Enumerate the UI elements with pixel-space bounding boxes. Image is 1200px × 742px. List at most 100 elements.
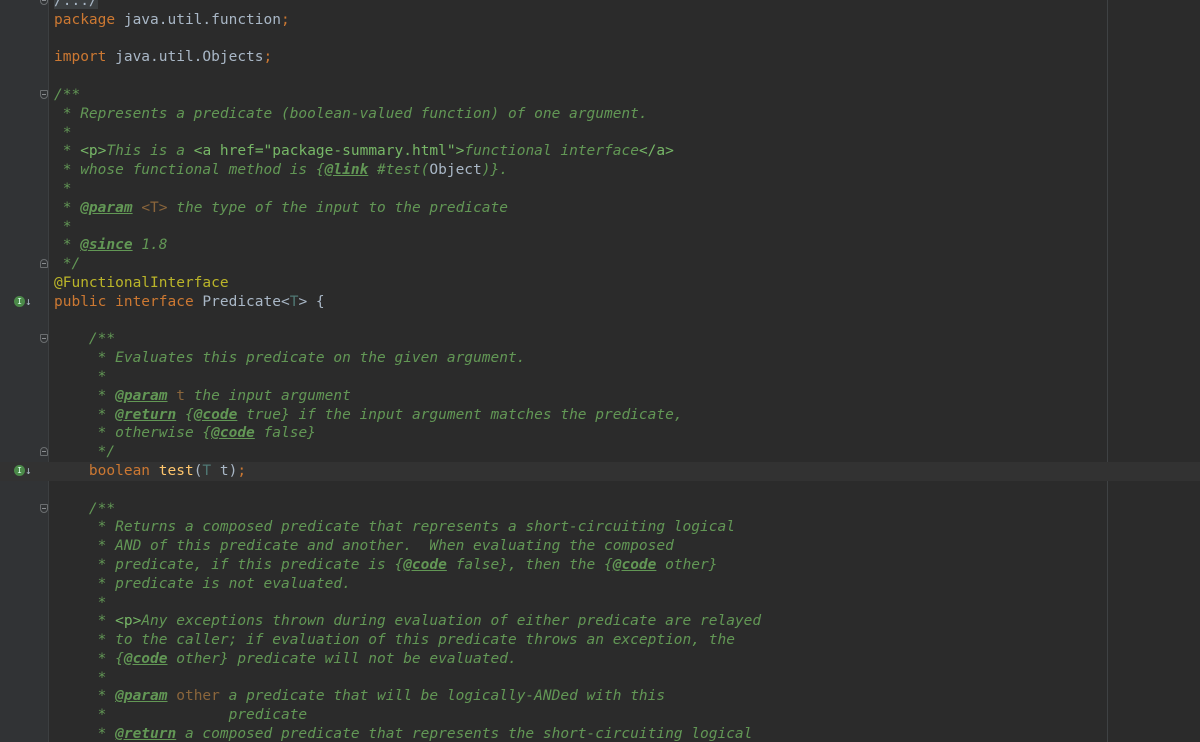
- code-token: * Evaluates this predicate on the given …: [54, 350, 526, 367]
- code-line-text[interactable]: package java.util.function;: [54, 11, 290, 30]
- code-line[interactable]: *: [0, 124, 1200, 143]
- code-area[interactable]: /.../package java.util.function; import j…: [0, 0, 1200, 742]
- code-line[interactable]: * @param other a predicate that will be …: [0, 687, 1200, 706]
- fold-collapse-icon[interactable]: [40, 503, 48, 513]
- code-line[interactable]: * @return a composed predicate that repr…: [0, 725, 1200, 742]
- fold-end-icon[interactable]: [40, 259, 48, 269]
- code-line-text[interactable]: * <p>Any exceptions thrown during evalua…: [54, 612, 761, 631]
- code-token: @code: [211, 425, 255, 442]
- code-line-text[interactable]: * @return a composed predicate that repr…: [54, 725, 753, 742]
- code-line-text[interactable]: * predicate: [54, 706, 308, 725]
- code-line[interactable]: [0, 67, 1200, 86]
- code-token: */: [54, 256, 81, 273]
- code-line[interactable]: /**: [0, 330, 1200, 349]
- code-line[interactable]: * to the caller; if evaluation of this p…: [0, 631, 1200, 650]
- code-line-text[interactable]: */: [54, 443, 115, 462]
- code-line-text[interactable]: /**: [54, 330, 115, 349]
- code-line-text[interactable]: * AND of this predicate and another. Whe…: [54, 537, 674, 556]
- code-line-text[interactable]: * @param <T> the type of the input to th…: [54, 199, 508, 218]
- code-line[interactable]: *: [0, 368, 1200, 387]
- code-token: */: [54, 444, 116, 461]
- code-line-text[interactable]: /.../: [54, 0, 98, 11]
- code-line-text[interactable]: *: [54, 594, 107, 613]
- code-token: @return: [115, 726, 177, 742]
- code-line[interactable]: * <p>Any exceptions thrown during evalua…: [0, 612, 1200, 631]
- code-line-text[interactable]: * otherwise {@code false}: [54, 424, 316, 443]
- fold-collapse-icon[interactable]: [40, 89, 48, 99]
- code-line[interactable]: * otherwise {@code false}: [0, 424, 1200, 443]
- code-line-text[interactable]: *: [54, 368, 107, 387]
- code-line-text[interactable]: * Returns a composed predicate that repr…: [54, 518, 735, 537]
- code-line[interactable]: [0, 481, 1200, 500]
- code-line[interactable]: * whose functional method is {@link #tes…: [0, 161, 1200, 180]
- code-line[interactable]: *: [0, 669, 1200, 688]
- code-line[interactable]: * Evaluates this predicate on the given …: [0, 349, 1200, 368]
- implemented-method-icon[interactable]: I: [14, 295, 25, 307]
- fold-end-icon[interactable]: [40, 447, 48, 457]
- code-line[interactable]: * @since 1.8: [0, 236, 1200, 255]
- code-token: {: [176, 406, 194, 423]
- code-line[interactable]: * predicate: [0, 706, 1200, 725]
- code-line[interactable]: *: [0, 218, 1200, 237]
- code-token: test: [158, 462, 194, 479]
- code-line-text[interactable]: /**: [54, 500, 115, 519]
- code-line[interactable]: I ↓ boolean test(T t);: [0, 461, 1200, 481]
- code-line-text[interactable]: *: [54, 218, 72, 237]
- code-line[interactable]: * @param <T> the type of the input to th…: [0, 199, 1200, 218]
- code-line[interactable]: * @return {@code true} if the input argu…: [0, 406, 1200, 425]
- code-line-text[interactable]: * predicate, if this predicate is {@code…: [54, 556, 718, 575]
- code-line-text[interactable]: * to the caller; if evaluation of this p…: [54, 631, 735, 650]
- code-line-text[interactable]: * <p>This is a <a href="package-summary.…: [54, 142, 674, 161]
- code-line[interactable]: I ↓ public interface Predicate<T> {: [0, 293, 1200, 312]
- code-line-text[interactable]: * @since 1.8: [54, 236, 168, 255]
- code-line[interactable]: * AND of this predicate and another. Whe…: [0, 537, 1200, 556]
- code-line[interactable]: * Returns a composed predicate that repr…: [0, 518, 1200, 537]
- code-token: @code: [612, 556, 657, 573]
- code-line[interactable]: [0, 30, 1200, 49]
- code-token: Any exceptions thrown during evaluation …: [141, 613, 762, 630]
- code-line[interactable]: package java.util.function;: [0, 11, 1200, 30]
- code-line-text[interactable]: @FunctionalInterface: [54, 274, 229, 293]
- code-line[interactable]: * predicate is not evaluated.: [0, 575, 1200, 594]
- code-line-text[interactable]: * predicate is not evaluated.: [54, 575, 351, 594]
- code-line-text[interactable]: boolean test(T t);: [54, 462, 246, 481]
- code-line[interactable]: [0, 312, 1200, 331]
- code-line[interactable]: @FunctionalInterface: [0, 274, 1200, 293]
- code-line-text[interactable]: import java.util.Objects;: [54, 48, 272, 67]
- code-line[interactable]: import java.util.Objects;: [0, 48, 1200, 67]
- code-line-text[interactable]: *: [54, 124, 72, 143]
- code-line-text[interactable]: * @return {@code true} if the input argu…: [54, 406, 683, 425]
- code-line-text[interactable]: *: [54, 669, 107, 688]
- code-line[interactable]: */: [0, 443, 1200, 462]
- code-line[interactable]: * @param t the input argument: [0, 387, 1200, 406]
- code-line-text[interactable]: *: [54, 180, 72, 199]
- code-line-text[interactable]: * Represents a predicate (boolean-valued…: [54, 105, 648, 124]
- code-line-text[interactable]: * @param other a predicate that will be …: [54, 687, 665, 706]
- code-line[interactable]: * Represents a predicate (boolean-valued…: [0, 105, 1200, 124]
- code-line-text[interactable]: * whose functional method is {@link #tes…: [54, 161, 508, 180]
- code-line-text[interactable]: */: [54, 255, 80, 274]
- code-line[interactable]: * {@code other} predicate will not be ev…: [0, 650, 1200, 669]
- code-line[interactable]: */: [0, 255, 1200, 274]
- code-line[interactable]: /.../: [0, 0, 1200, 11]
- code-token: @param: [80, 199, 133, 216]
- code-line-text[interactable]: * {@code other} predicate will not be ev…: [54, 650, 517, 669]
- code-token: java.util.Objects: [115, 49, 264, 66]
- code-line-text[interactable]: * Evaluates this predicate on the given …: [54, 349, 526, 368]
- code-line[interactable]: * <p>This is a <a href="package-summary.…: [0, 142, 1200, 161]
- code-line-text[interactable]: /**: [54, 86, 80, 105]
- code-line[interactable]: /**: [0, 500, 1200, 519]
- code-token: false}: [254, 425, 316, 442]
- implemented-method-icon[interactable]: I: [14, 464, 25, 476]
- code-line-text[interactable]: public interface Predicate<T> {: [54, 293, 325, 312]
- code-line[interactable]: /**: [0, 86, 1200, 105]
- fold-collapse-icon[interactable]: [40, 0, 48, 5]
- fold-collapse-icon[interactable]: [40, 334, 48, 344]
- code-line[interactable]: *: [0, 594, 1200, 613]
- arrow-down-icon: ↓: [25, 294, 32, 308]
- code-token: the type of the input to the predicate: [167, 199, 508, 216]
- code-line[interactable]: * predicate, if this predicate is {@code…: [0, 556, 1200, 575]
- code-editor[interactable]: /.../package java.util.function; import j…: [0, 0, 1200, 742]
- code-line[interactable]: *: [0, 180, 1200, 199]
- code-line-text[interactable]: * @param t the input argument: [54, 387, 351, 406]
